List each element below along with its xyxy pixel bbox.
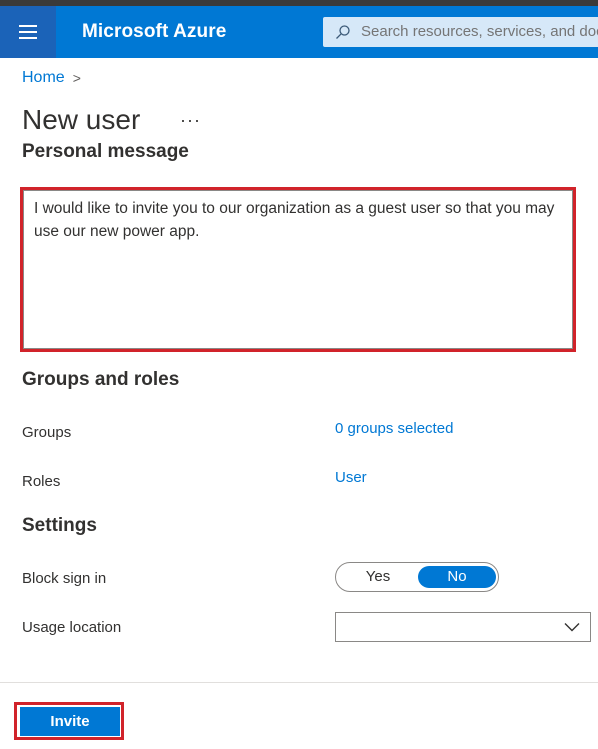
block-sign-in-label: Block sign in bbox=[22, 570, 107, 587]
brand-title[interactable]: Microsoft Azure bbox=[82, 6, 226, 58]
invite-button[interactable]: Invite bbox=[20, 707, 120, 736]
block-sign-in-yes-option[interactable]: Yes bbox=[340, 566, 416, 588]
chevron-down-icon bbox=[564, 623, 580, 632]
footer-divider bbox=[0, 682, 598, 683]
top-navigation-bar: Microsoft Azure bbox=[0, 6, 598, 58]
personal-message-heading: Personal message bbox=[22, 141, 189, 162]
roles-label: Roles bbox=[22, 473, 61, 490]
settings-heading: Settings bbox=[22, 515, 97, 536]
usage-location-label: Usage location bbox=[22, 619, 122, 636]
block-sign-in-toggle[interactable]: Yes No bbox=[335, 562, 499, 592]
search-input[interactable] bbox=[361, 17, 598, 47]
usage-location-dropdown[interactable] bbox=[335, 612, 591, 642]
breadcrumb: Home > bbox=[22, 69, 81, 87]
breadcrumb-chevron-icon: > bbox=[72, 70, 81, 86]
hamburger-menu-icon bbox=[19, 25, 37, 39]
groups-label: Groups bbox=[22, 424, 72, 441]
page-title: New user bbox=[22, 104, 141, 135]
portal-menu-button[interactable] bbox=[0, 6, 56, 58]
groups-selected-link[interactable]: 0 groups selected bbox=[335, 420, 453, 437]
block-sign-in-no-option[interactable]: No bbox=[418, 566, 496, 588]
personal-message-highlight: I would like to invite you to our organi… bbox=[20, 187, 576, 352]
global-search-box[interactable] bbox=[323, 17, 598, 47]
more-options-icon[interactable]: ··· bbox=[180, 110, 201, 131]
groups-and-roles-heading: Groups and roles bbox=[22, 369, 180, 390]
personal-message-textarea[interactable]: I would like to invite you to our organi… bbox=[23, 190, 573, 349]
roles-link[interactable]: User bbox=[335, 469, 367, 486]
breadcrumb-home-link[interactable]: Home bbox=[22, 69, 65, 87]
search-icon bbox=[336, 25, 350, 39]
personal-message-text: I would like to invite you to our organi… bbox=[34, 200, 555, 240]
